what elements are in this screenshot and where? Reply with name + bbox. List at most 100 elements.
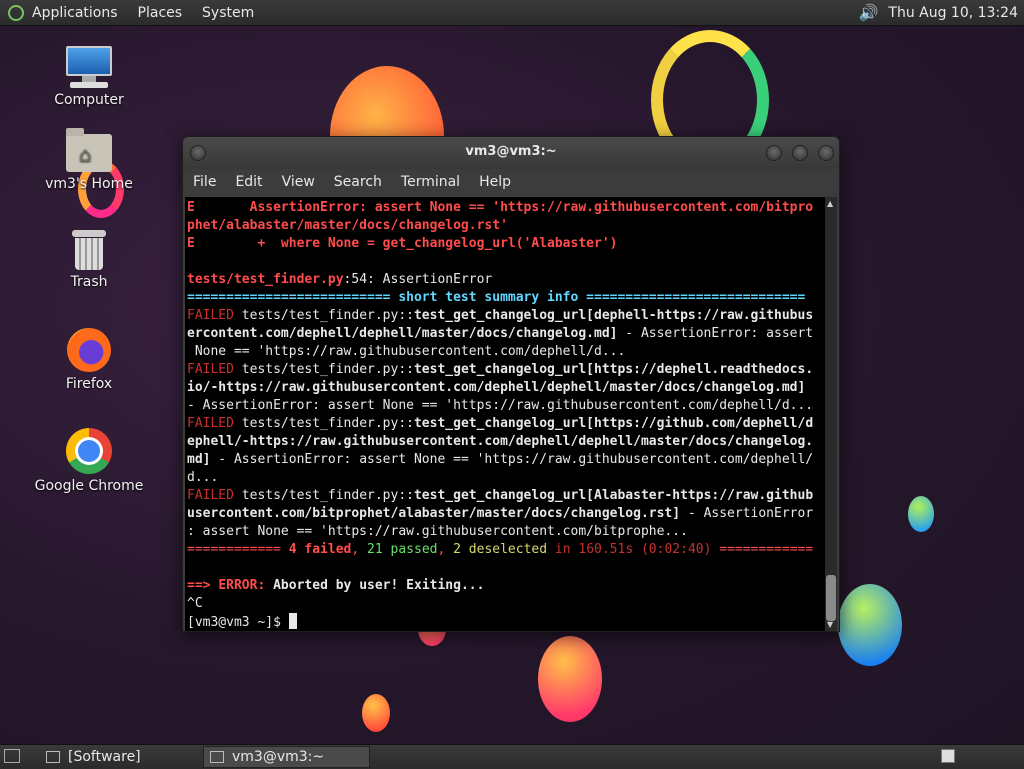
term-line: ==> ERROR: Aborted by user! Exiting... — [187, 577, 825, 595]
term-line: tests/test_finder.py:54: AssertionError — [187, 271, 825, 289]
desktop-icon-computer[interactable]: Computer — [34, 46, 144, 108]
term-line: ephell/-https://raw.githubusercontent.co… — [187, 434, 814, 449]
failed-label: FAILED — [187, 488, 234, 503]
desktop-icon-label: Computer — [54, 92, 124, 108]
scroll-down-arrow-icon[interactable]: ▼ — [827, 620, 833, 629]
menu-system[interactable]: System — [202, 5, 254, 21]
menu-places[interactable]: Places — [138, 5, 183, 21]
menu-applications[interactable]: Applications — [32, 5, 118, 21]
terminal-output[interactable]: E AssertionError: assert None == 'https:… — [185, 197, 825, 631]
taskbar-item-label: [Software] — [68, 749, 141, 765]
maximize-button[interactable] — [792, 145, 808, 161]
close-button[interactable] — [818, 145, 834, 161]
show-desktop-icon[interactable] — [4, 749, 20, 763]
taskbar-item-label: vm3@vm3:~ — [232, 749, 325, 765]
failed-label: FAILED — [187, 362, 234, 377]
volume-icon[interactable]: 🔊 — [858, 3, 878, 22]
chrome-icon — [66, 428, 112, 474]
term-text: md] — [187, 452, 211, 467]
menu-terminal[interactable]: Terminal — [401, 174, 460, 190]
term-line: ercontent.com/dephell/dephell/master/doc… — [187, 325, 825, 343]
text-cursor — [288, 613, 297, 629]
term-line: usercontent.com/bitprophet/alabaster/mas… — [187, 505, 825, 523]
term-line: FAILED tests/test_finder.py::test_get_ch… — [187, 487, 825, 505]
scrollbar-thumb[interactable] — [826, 575, 836, 621]
term-text: - AssertionError: assert — [617, 326, 814, 341]
term-text: - AssertionError — [680, 506, 814, 521]
term-text: tests/test_finder.py:: — [233, 416, 414, 431]
terminal-scrollbar[interactable]: ▲ ▼ — [825, 197, 837, 631]
term-line: md] - AssertionError: assert None == 'ht… — [187, 451, 825, 469]
menu-view[interactable]: View — [282, 174, 315, 190]
desktop-icon-chrome[interactable]: Google Chrome — [34, 428, 144, 494]
term-line: ============ 4 failed, 21 passed, 2 dese… — [187, 541, 825, 559]
workspace-switcher[interactable] — [941, 749, 955, 763]
term-text: tests/test_finder.py:: — [233, 362, 414, 377]
term-line: None == 'https://raw.githubusercontent.c… — [187, 344, 626, 359]
term-line: FAILED tests/test_finder.py::test_get_ch… — [187, 415, 825, 433]
taskbar-item-terminal[interactable]: vm3@vm3:~ — [203, 746, 370, 768]
term-text: ERROR: — [218, 578, 266, 593]
term-line — [187, 253, 825, 271]
term-line: FAILED tests/test_finder.py::test_get_ch… — [187, 307, 825, 325]
decor-blob — [908, 496, 934, 532]
term-line: [vm3@vm3 ~]$ — [187, 613, 825, 631]
term-text: Aborted by user! Exiting... — [265, 578, 485, 593]
menu-search[interactable]: Search — [334, 174, 382, 190]
distro-logo-icon[interactable] — [8, 4, 24, 21]
decor-blob — [838, 584, 902, 666]
term-text: ============ — [187, 542, 289, 557]
desktop-icon-label: Google Chrome — [34, 478, 144, 494]
terminal-window[interactable]: vm3@vm3:~ File Edit View Search Terminal… — [182, 136, 840, 632]
term-text: test_get_changelog_url[https://dephell.r… — [413, 362, 814, 377]
desktop-icon-label: Firefox — [65, 376, 113, 392]
menu-file[interactable]: File — [193, 174, 216, 190]
term-text: ============ — [719, 542, 814, 557]
term-line: io/-https://raw.githubusercontent.com/de… — [187, 380, 806, 395]
term-text: usercontent.com/bitprophet/alabaster/mas… — [187, 506, 681, 521]
term-line: - AssertionError: assert None == 'https:… — [187, 398, 814, 413]
term-line: ^C — [187, 596, 203, 611]
term-text: test_get_changelog_url[https://github.co… — [413, 416, 814, 431]
term-line: E + where None = get_changelog_url('Alab… — [187, 236, 618, 251]
decor-blob — [362, 694, 390, 732]
term-text: tests/test_finder.py:: — [233, 308, 414, 323]
desktop-icon-trash[interactable]: Trash — [34, 230, 144, 290]
term-text: tests/test_finder.py:: — [233, 488, 414, 503]
term-line: FAILED tests/test_finder.py::test_get_ch… — [187, 361, 825, 379]
desktop-icon-label: Trash — [70, 274, 108, 290]
failed-label: FAILED — [187, 308, 234, 323]
decor-blob — [538, 636, 602, 722]
taskbar-item-software[interactable]: [Software] — [40, 746, 200, 768]
bottom-panel: [Software] vm3@vm3:~ — [0, 744, 1024, 769]
shell-prompt: [vm3@vm3 ~]$ — [187, 615, 289, 630]
window-menubar: File Edit View Search Terminal Help — [183, 169, 839, 195]
term-line: E AssertionError: assert None == 'https:… — [187, 200, 814, 215]
term-text: test_get_changelog_url[Alabaster-https:/… — [413, 488, 814, 503]
minimize-button[interactable] — [766, 145, 782, 161]
menu-edit[interactable]: Edit — [235, 174, 262, 190]
scroll-up-arrow-icon[interactable]: ▲ — [827, 199, 833, 208]
window-titlebar[interactable]: vm3@vm3:~ — [183, 137, 839, 169]
failed-label: FAILED — [187, 416, 234, 431]
term-text: ercontent.com/dephell/dephell/master/doc… — [187, 326, 618, 341]
window-title: vm3@vm3:~ — [465, 144, 557, 159]
term-line — [187, 559, 825, 577]
desktop-icon-home[interactable]: ⌂ vm3's Home — [34, 128, 144, 192]
clock[interactable]: Thu Aug 10, 13:24 — [888, 5, 1018, 21]
top-panel: Applications Places System 🔊 Thu Aug 10,… — [0, 0, 1024, 26]
software-icon — [46, 751, 60, 763]
term-text: test_get_changelog_url[dephell-https://r… — [413, 308, 814, 323]
term-text: 2 deselected — [453, 542, 548, 557]
desktop-icon-firefox[interactable]: Firefox — [34, 328, 144, 392]
term-text: 4 failed — [288, 542, 352, 557]
term-text: in 160.51s (0:02:40) — [547, 542, 720, 557]
term-text: , — [437, 542, 454, 557]
home-folder-icon: ⌂ — [66, 128, 112, 172]
term-line: ========================== short test su… — [187, 290, 806, 305]
term-text: :54: AssertionError — [343, 272, 493, 287]
menu-help[interactable]: Help — [479, 174, 511, 190]
term-line: phet/alabaster/master/docs/changelog.rst… — [187, 218, 508, 233]
terminal-icon — [210, 751, 224, 763]
trash-icon — [72, 230, 106, 270]
